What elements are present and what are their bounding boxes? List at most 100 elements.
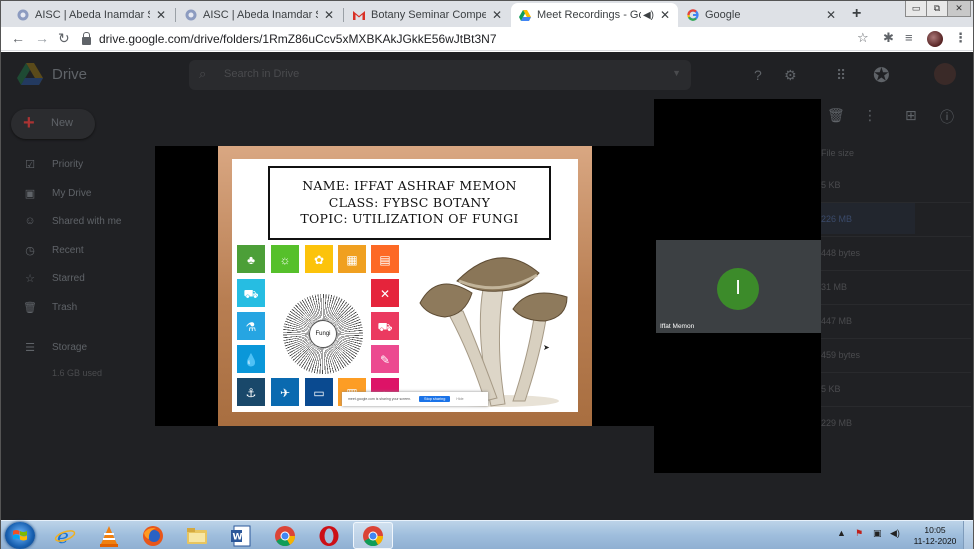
- internet-explorer-icon[interactable]: e: [53, 524, 77, 548]
- file-size: 447 MB: [821, 316, 853, 326]
- drive-search[interactable]: ⌕ Search in Drive ▼: [189, 60, 691, 90]
- org-logo-icon: ✪: [873, 65, 890, 87]
- drive-logo-icon: [17, 63, 43, 85]
- start-button[interactable]: [5, 522, 35, 549]
- extensions-icon[interactable]: ✱: [883, 30, 894, 46]
- close-window-icon[interactable]: ✕: [947, 1, 971, 17]
- profile-avatar[interactable]: [927, 31, 943, 47]
- file-size: 459 bytes: [821, 350, 861, 360]
- opera-icon[interactable]: [317, 524, 341, 548]
- tab-meet-recordings[interactable]: Meet Recordings - Google D ◀︎) ✕: [511, 3, 678, 27]
- check-circle-icon: ☑: [25, 158, 35, 171]
- search-placeholder: Search in Drive: [224, 68, 300, 80]
- details-info-icon[interactable]: ⓘ: [940, 107, 954, 127]
- bookmark-star-icon[interactable]: ☆: [857, 30, 869, 46]
- nav-trash[interactable]: 🗑 Trash: [23, 299, 77, 315]
- svg-text:e: e: [57, 525, 69, 547]
- account-avatar[interactable]: [934, 63, 956, 85]
- tab-title: AISC | Abeda Inamdar Senior Co: [35, 9, 150, 21]
- svg-text:W: W: [233, 533, 243, 543]
- name-line: NAME: IFFAT ASHRAF MEMON: [302, 178, 517, 193]
- file-size: 226 MB: [821, 214, 853, 224]
- apps-grid-icon[interactable]: ⠿: [836, 67, 846, 84]
- firefox-icon[interactable]: [141, 524, 165, 548]
- forward-arrow-icon[interactable]: →: [35, 30, 49, 46]
- nav-my-drive[interactable]: ▣ My Drive: [23, 185, 92, 201]
- nav-priority[interactable]: ☑ Priority: [23, 156, 83, 172]
- vlc-icon[interactable]: [97, 524, 121, 548]
- screen: AISC | Abeda Inamdar Senior Co ✕ AISC | …: [0, 0, 974, 549]
- fungi-diagram: Fungi: [283, 294, 363, 374]
- file-size: 229 MB: [821, 418, 853, 428]
- browser-menu-icon[interactable]: ⋮: [954, 30, 967, 46]
- action-center-flag-icon[interactable]: ⚑: [855, 528, 863, 539]
- system-clock[interactable]: 10:05 11-12-2020: [913, 525, 957, 547]
- nav-recent[interactable]: ◷ Recent: [23, 242, 84, 258]
- chrome-active-icon[interactable]: [361, 524, 385, 548]
- tab-aisc-1[interactable]: AISC | Abeda Inamdar Senior Co ✕: [9, 3, 174, 27]
- close-tab-icon[interactable]: ✕: [322, 8, 336, 22]
- hide-button[interactable]: Hide: [456, 397, 463, 401]
- tab-title: AISC | Abeda Inamdar Senior Co: [203, 9, 318, 21]
- chemicals-icon: ⚗: [237, 312, 265, 340]
- storage-used: 1.6 GB used: [52, 368, 103, 378]
- network-icon[interactable]: ▣: [873, 528, 882, 539]
- drive-title: Drive: [52, 66, 88, 83]
- trash-icon: 🗑: [23, 301, 37, 314]
- nav-storage[interactable]: ☰ Storage: [23, 339, 87, 355]
- aerospace-icon: ✈: [271, 378, 299, 406]
- file-size: 5 KB: [821, 180, 841, 190]
- new-button[interactable]: + New: [11, 109, 95, 139]
- file-explorer-icon[interactable]: [185, 524, 209, 548]
- search-icon: ⌕: [199, 66, 207, 81]
- new-tab-button[interactable]: +: [852, 5, 861, 23]
- tab-google[interactable]: Google ✕: [679, 3, 844, 27]
- google-icon: [687, 9, 699, 21]
- speaker-icon[interactable]: ◀︎): [643, 10, 654, 21]
- help-icon[interactable]: ?: [754, 67, 762, 83]
- minimize-icon[interactable]: ▭: [905, 1, 927, 17]
- tab-botany-seminar[interactable]: Botany Seminar Competition FY ✕: [345, 3, 510, 27]
- file-size-column-header[interactable]: File size: [821, 148, 854, 158]
- grid-view-icon[interactable]: ⊞: [905, 107, 917, 124]
- nav-starred[interactable]: ☆ Starred: [23, 270, 85, 286]
- close-tab-icon[interactable]: ✕: [490, 8, 504, 22]
- close-tab-icon[interactable]: ✕: [154, 8, 168, 22]
- tab-aisc-2[interactable]: AISC | Abeda Inamdar Senior Co ✕: [177, 3, 342, 27]
- college-icon: [17, 9, 29, 21]
- restore-icon[interactable]: ⧉: [926, 1, 948, 17]
- settings-gear-icon[interactable]: ⚙: [784, 67, 797, 84]
- chrome-icon[interactable]: [273, 524, 297, 548]
- close-tab-icon[interactable]: ✕: [658, 8, 672, 22]
- stop-sharing-button[interactable]: Stop sharing: [419, 396, 451, 402]
- word-icon[interactable]: W: [229, 524, 253, 548]
- show-desktop-button[interactable]: [963, 521, 973, 549]
- reload-icon[interactable]: ↻: [58, 30, 70, 47]
- college-icon: [185, 9, 197, 21]
- tray-expand-icon[interactable]: ▲: [837, 528, 846, 538]
- topic-line: TOPIC: UTILIZATION OF FUNGI: [300, 211, 519, 226]
- more-actions-icon[interactable]: ⋮: [863, 107, 877, 124]
- video-preview[interactable]: NAME: IFFAT ASHRAF MEMON CLASS: FYBSC BO…: [155, 99, 821, 473]
- address-bar: ← → ↻ drive.google.com/drive/folders/1Rm…: [1, 27, 973, 51]
- tab-title: Google: [705, 9, 741, 21]
- back-arrow-icon[interactable]: ←: [11, 30, 25, 46]
- volume-icon[interactable]: ◀): [890, 528, 900, 539]
- climate-icon: ▦: [338, 245, 366, 273]
- pharma-icon: ✎: [371, 345, 399, 373]
- mushroom-image: [419, 257, 568, 407]
- shipbuilding-icon: ⚓: [237, 378, 265, 406]
- file-size: 31 MB: [821, 282, 848, 292]
- delete-icon[interactable]: 🗑: [827, 107, 845, 124]
- pulp-paper-icon: ▤: [371, 245, 399, 273]
- computer-icon: ▭: [305, 378, 333, 406]
- nav-shared-with-me[interactable]: ☺ Shared with me: [23, 213, 121, 229]
- automotive-icon: ⛟: [237, 279, 265, 307]
- url-field[interactable]: drive.google.com/drive/folders/1RmZ86uCc…: [82, 30, 682, 48]
- search-options-icon[interactable]: ▼: [672, 68, 681, 78]
- sdg-tile-grid: ♣ ☼ ✿ ▦ ▤ ⛟ ⚗ 💧 ⚓ ✈ ▭ ▥ ◒ ✕ ⛟: [237, 245, 407, 407]
- clock-icon: ◷: [25, 244, 35, 257]
- close-tab-icon[interactable]: ✕: [824, 8, 838, 22]
- energy-icon: ☼: [271, 245, 299, 273]
- media-control-icon[interactable]: ≡: [905, 30, 913, 45]
